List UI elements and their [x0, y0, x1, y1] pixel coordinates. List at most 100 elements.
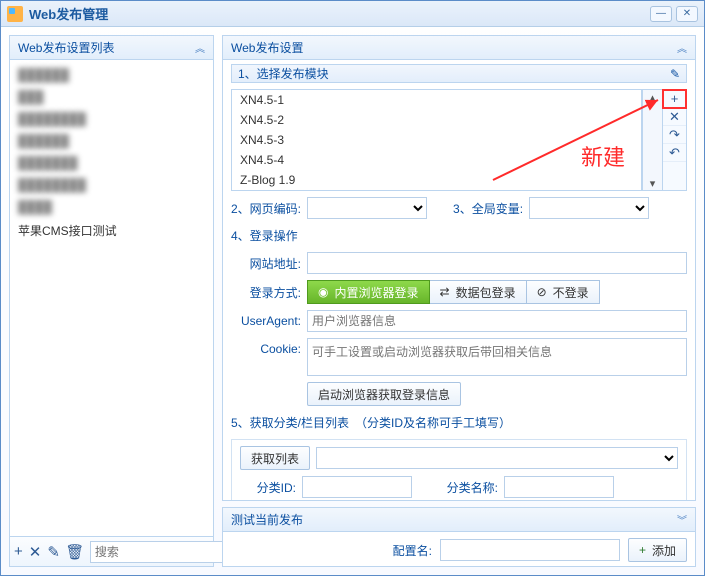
step2-label: 2、网页编码:: [231, 200, 301, 217]
module-option[interactable]: XN4.5-1: [232, 90, 641, 110]
ua-label: UserAgent:: [231, 314, 301, 328]
collapse-icon[interactable]: ︽: [195, 40, 205, 55]
step5-label: 5、获取分类/栏目列表: [231, 414, 349, 431]
login-builtin-button[interactable]: ◉ 内置浏览器登录: [307, 280, 430, 304]
module-delete-button[interactable]: ✕: [663, 108, 686, 126]
module-option[interactable]: XN4.5-3: [232, 130, 641, 150]
list-item[interactable]: ████: [16, 196, 207, 218]
config-list: ████████████████████████████████████████…: [10, 60, 213, 536]
ua-input[interactable]: [307, 310, 687, 332]
shuffle-icon: ⇄: [440, 285, 450, 299]
module-option[interactable]: XN4.5-2: [232, 110, 641, 130]
cookie-label: Cookie:: [231, 338, 301, 356]
scroll-down-icon[interactable]: ▾: [643, 176, 662, 190]
step4-label: 4、登录操作: [231, 227, 687, 244]
module-scrollbar[interactable]: ▴ ▾: [642, 90, 662, 190]
settings-header: Web发布设置 ︽: [223, 36, 695, 60]
module-redo-button[interactable]: ↷: [663, 126, 686, 144]
settings-header-text: Web发布设置: [231, 39, 303, 56]
add-button[interactable]: + 添加: [628, 538, 687, 562]
module-list[interactable]: XN4.5-1XN4.5-2XN4.5-3XN4.5-4Z-Blog 1.9: [232, 90, 642, 190]
step1-label: 1、选择发布模块: [238, 65, 329, 82]
ban-icon: ⊘: [537, 285, 547, 299]
edit-config-button[interactable]: ✎: [47, 543, 60, 561]
close-button[interactable]: ✕: [676, 6, 698, 22]
plus-icon: +: [639, 543, 646, 557]
url-row: 网站地址:: [231, 252, 687, 274]
module-option[interactable]: XN4.5-4: [232, 150, 641, 170]
globalvar-select[interactable]: [529, 197, 649, 219]
module-selector: XN4.5-1XN4.5-2XN4.5-3XN4.5-4Z-Blog 1.9 ▴…: [231, 89, 687, 191]
configname-input[interactable]: [440, 539, 620, 561]
list-item[interactable]: ████████: [16, 174, 207, 196]
test-header: 测试当前发布 ︾: [223, 508, 695, 532]
footer-row: 配置名: + 添加: [223, 532, 695, 564]
login-builtin-label: 内置浏览器登录: [334, 284, 418, 301]
settings-section: Web发布设置 ︽ 1、选择发布模块 ✎ XN4.5-1XN4.5-2XN4.5…: [222, 35, 696, 501]
encoding-row: 2、网页编码: 3、全局变量:: [231, 197, 687, 219]
step3-label: 3、全局变量:: [453, 200, 523, 217]
cookie-input[interactable]: [307, 338, 687, 376]
cookie-row: Cookie:: [231, 338, 687, 376]
catname-input[interactable]: [504, 476, 614, 498]
get-list-label: 获取列表: [251, 450, 299, 467]
launch-browser-button[interactable]: 启动浏览器获取登录信息: [307, 382, 461, 406]
login-row: 登录方式: ◉ 内置浏览器登录 ⇄ 数据包登录 ⊘: [231, 280, 687, 304]
step5-hint: （分类ID及名称可手工填写）: [355, 414, 511, 431]
category-fieldset: 获取列表 分类ID: 分类名称:: [231, 439, 687, 500]
edit-module-icon[interactable]: ✎: [670, 67, 680, 81]
url-input[interactable]: [307, 252, 687, 274]
scroll-up-icon[interactable]: ▴: [643, 90, 662, 104]
expand-icon[interactable]: ︾: [677, 512, 687, 527]
app-icon: [7, 6, 23, 22]
cat-row: 分类ID: 分类名称:: [240, 476, 678, 498]
list-item[interactable]: ███: [16, 86, 207, 108]
list-item[interactable]: ███████: [16, 152, 207, 174]
app-window: Web发布管理 — ✕ Web发布设置列表 ︽ ████████████████…: [0, 0, 705, 576]
settings-body: 1、选择发布模块 ✎ XN4.5-1XN4.5-2XN4.5-3XN4.5-4Z…: [223, 60, 695, 500]
login-none-label: 不登录: [553, 284, 589, 301]
url-label: 网站地址:: [231, 255, 301, 272]
add-config-button[interactable]: +: [14, 543, 23, 561]
left-panel: Web发布设置列表 ︽ ████████████████████████████…: [9, 35, 214, 567]
login-mode-segment: ◉ 内置浏览器登录 ⇄ 数据包登录 ⊘ 不登录: [307, 280, 600, 304]
body: Web发布设置列表 ︽ ████████████████████████████…: [1, 27, 704, 575]
module-undo-button[interactable]: ↶: [663, 144, 686, 162]
catname-label: 分类名称:: [438, 479, 498, 496]
catid-input[interactable]: [302, 476, 412, 498]
ua-row: UserAgent:: [231, 310, 687, 332]
list-item[interactable]: ████████: [16, 108, 207, 130]
list-item[interactable]: ██████: [16, 130, 207, 152]
left-header-text: Web发布设置列表: [18, 39, 114, 56]
login-label: 登录方式:: [231, 284, 301, 301]
minimize-button[interactable]: —: [650, 6, 672, 22]
left-toolbar: + ✕ ✎ 🗑 🔍: [10, 536, 213, 566]
delete-config-button[interactable]: ✕: [29, 543, 42, 561]
catid-label: 分类ID:: [240, 479, 296, 496]
login-packet-button[interactable]: ⇄ 数据包登录: [430, 280, 527, 304]
test-section: 测试当前发布 ︾ 配置名: + 添加: [222, 507, 696, 567]
trash-config-button[interactable]: 🗑: [66, 543, 84, 561]
list-item[interactable]: 苹果CMS接口测试: [16, 218, 207, 243]
login-none-button[interactable]: ⊘ 不登录: [527, 280, 600, 304]
encoding-select[interactable]: [307, 197, 427, 219]
globe-icon: ◉: [318, 285, 328, 299]
module-option[interactable]: Z-Blog 1.9: [232, 170, 641, 190]
module-new-button[interactable]: +: [663, 90, 686, 108]
left-panel-header: Web发布设置列表 ︽: [10, 36, 213, 60]
list-item[interactable]: ██████: [16, 64, 207, 86]
launch-row: 启动浏览器获取登录信息: [231, 382, 687, 406]
get-list-button[interactable]: 获取列表: [240, 446, 310, 470]
step1-header: 1、选择发布模块 ✎: [231, 64, 687, 83]
right-panel: Web发布设置 ︽ 1、选择发布模块 ✎ XN4.5-1XN4.5-2XN4.5…: [222, 35, 696, 567]
configname-label: 配置名:: [393, 542, 432, 559]
login-packet-label: 数据包登录: [456, 284, 516, 301]
category-select[interactable]: [316, 447, 678, 469]
module-toolbar: + ✕ ↷ ↶: [662, 90, 686, 190]
getlist-row: 获取列表: [240, 446, 678, 470]
add-label: 添加: [652, 542, 676, 559]
test-header-text: 测试当前发布: [231, 511, 303, 528]
window-title: Web发布管理: [29, 4, 108, 23]
collapse-icon[interactable]: ︽: [677, 40, 687, 55]
launch-browser-label: 启动浏览器获取登录信息: [318, 386, 450, 403]
